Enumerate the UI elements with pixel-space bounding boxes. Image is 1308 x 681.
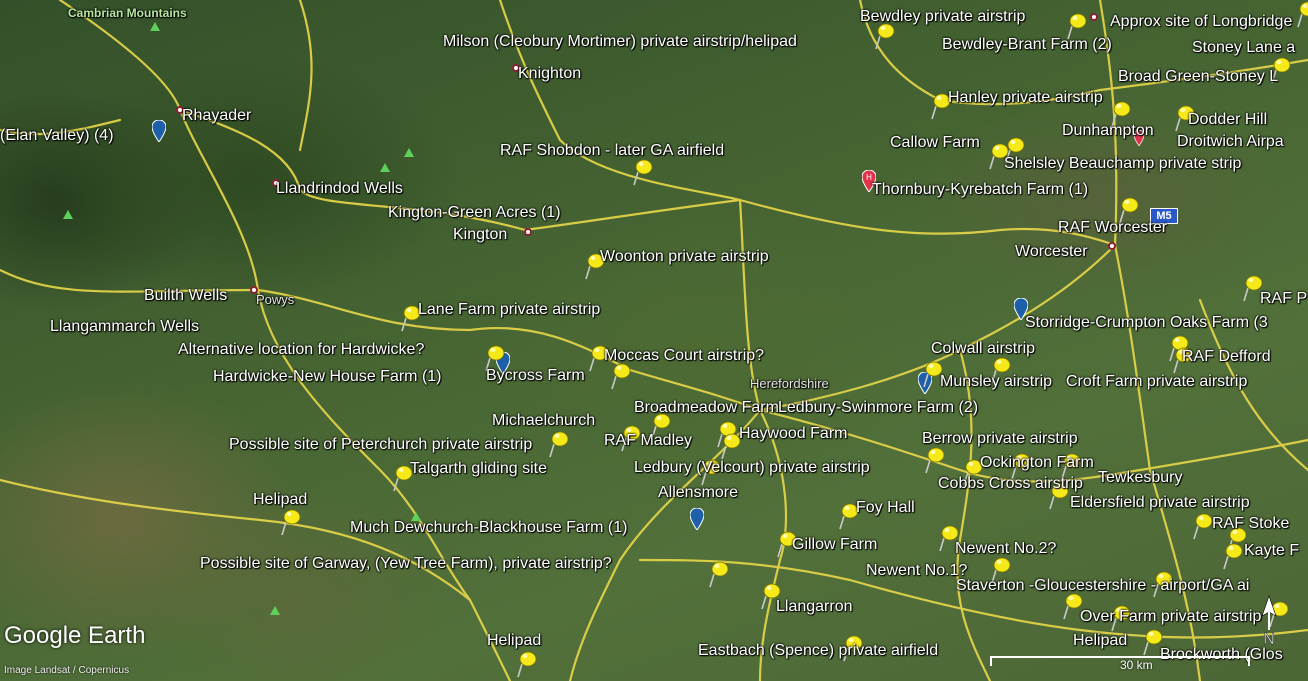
- place-label[interactable]: Kington: [453, 226, 507, 244]
- peak-icon: [270, 606, 280, 615]
- place-label[interactable]: RAF Worcester: [1058, 219, 1167, 237]
- place-label[interactable]: Gillow Farm: [792, 536, 877, 554]
- location-marker-icon[interactable]: [152, 120, 166, 142]
- pushpin-icon[interactable]: [516, 650, 538, 678]
- place-label[interactable]: Shelsley Beauchamp private strip: [1004, 155, 1241, 173]
- place-label[interactable]: Approx site of Longbridge: [1110, 13, 1292, 31]
- pushpin-icon[interactable]: [874, 22, 896, 50]
- pushpin-icon[interactable]: [924, 446, 946, 474]
- region-label-herefordshire: Herefordshire: [750, 376, 829, 391]
- place-label[interactable]: (Elan Valley) (4): [0, 127, 114, 145]
- place-label[interactable]: Colwall airstrip: [931, 340, 1035, 358]
- place-label[interactable]: RAF Stoke: [1212, 515, 1289, 533]
- place-label[interactable]: Helipad: [1073, 632, 1127, 650]
- place-label[interactable]: Knighton: [518, 65, 581, 83]
- pushpin-icon[interactable]: [610, 362, 632, 390]
- place-label[interactable]: Newent No.2?: [955, 540, 1056, 558]
- place-label[interactable]: Much Dewchurch-Blackhouse Farm (1): [350, 519, 627, 537]
- peak-icon: [380, 163, 390, 172]
- place-label[interactable]: Milson (Cleobury Mortimer) private airst…: [443, 33, 797, 51]
- town-dot-builth-wells[interactable]: [250, 286, 258, 294]
- scale-label: 30 km: [1120, 658, 1153, 672]
- place-label[interactable]: Talgarth gliding site: [410, 460, 547, 478]
- place-label[interactable]: Haywood Farm: [739, 425, 847, 443]
- place-label[interactable]: Ockington Farm: [980, 454, 1094, 472]
- place-label[interactable]: Kayte F: [1244, 542, 1299, 560]
- place-label[interactable]: Llangarron: [776, 598, 853, 616]
- place-label[interactable]: RAF Defford: [1182, 348, 1271, 366]
- place-label[interactable]: Droitwich Airpa: [1177, 133, 1284, 151]
- place-label[interactable]: Berrow private airstrip: [922, 430, 1078, 448]
- place-label[interactable]: Eldersfield private airstrip: [1070, 494, 1250, 512]
- place-label[interactable]: Builth Wells: [144, 287, 227, 305]
- town-dot-worcester[interactable]: [1108, 242, 1116, 250]
- peak-icon: [63, 210, 73, 219]
- pushpin-icon[interactable]: [1296, 0, 1308, 28]
- scale-bar: 30 km: [990, 656, 1250, 672]
- place-label[interactable]: Possible site of Garway, (Yew Tree Farm)…: [200, 555, 612, 573]
- place-label[interactable]: Hanley private airstrip: [948, 89, 1103, 107]
- place-label[interactable]: Ledbury (Velcourt) private airstrip: [634, 459, 870, 477]
- region-label-cambrian-mountains: Cambrian Mountains: [68, 6, 187, 20]
- place-label[interactable]: Bewdley-Brant Farm (2): [942, 36, 1112, 54]
- place-label[interactable]: Ledbury-Swinmore Farm (2): [778, 399, 978, 417]
- place-label[interactable]: Croft Farm private airstrip: [1066, 373, 1247, 391]
- place-label[interactable]: Dunhampton: [1062, 122, 1154, 140]
- place-label[interactable]: Staverton -Gloucestershire - airport/GA …: [956, 577, 1249, 595]
- place-label[interactable]: Hardwicke-New House Farm (1): [213, 368, 442, 386]
- place-label[interactable]: Tewkesbury: [1098, 469, 1182, 487]
- place-label[interactable]: Thornbury-Kyrebatch Farm (1): [872, 181, 1088, 199]
- place-label[interactable]: Callow Farm: [890, 134, 980, 152]
- place-label[interactable]: Helipad: [253, 491, 307, 509]
- google-earth-logo: Google Earth: [4, 622, 146, 649]
- place-label[interactable]: Allensmore: [658, 484, 738, 502]
- place-label[interactable]: Woonton private airstrip: [600, 248, 769, 266]
- compass-north-icon[interactable]: N: [1254, 594, 1284, 650]
- place-label[interactable]: Possible site of Peterchurch private air…: [229, 436, 532, 454]
- region-label-powys: Powys: [256, 292, 295, 307]
- place-label[interactable]: Eastbach (Spence) private airfield: [698, 642, 938, 660]
- pushpin-icon[interactable]: [708, 560, 730, 588]
- place-label[interactable]: Bycross Farm: [486, 367, 585, 385]
- town-dot-longbridge[interactable]: [1090, 13, 1098, 21]
- place-label[interactable]: RAF Shobdon - later GA airfield: [500, 142, 724, 160]
- place-label[interactable]: Moccas Court airstrip?: [604, 347, 764, 365]
- pushpin-icon[interactable]: [632, 158, 654, 186]
- place-label[interactable]: Newent No.1?: [866, 562, 967, 580]
- place-label[interactable]: Kington-Green Acres (1): [388, 204, 561, 222]
- place-label[interactable]: Broadmeadow Farm: [634, 399, 779, 417]
- place-label[interactable]: Dodder Hill: [1188, 111, 1267, 129]
- pushpin-icon[interactable]: [548, 430, 570, 458]
- pushpin-icon[interactable]: [280, 508, 302, 536]
- compass-label: N: [1263, 631, 1275, 648]
- place-label[interactable]: Helipad: [487, 632, 541, 650]
- location-marker-icon[interactable]: [690, 508, 704, 530]
- place-label[interactable]: Rhayader: [182, 107, 251, 125]
- peak-icon: [404, 148, 414, 157]
- place-label[interactable]: Over Farm private airstrip: [1080, 608, 1261, 626]
- place-label[interactable]: RAF Madley: [604, 432, 692, 450]
- place-label[interactable]: Alternative location for Hardwicke?: [178, 341, 424, 359]
- imagery-attribution: Image Landsat / Copernicus: [4, 665, 130, 676]
- place-label[interactable]: Lane Farm private airstrip: [418, 301, 600, 319]
- place-label[interactable]: Llangammarch Wells: [50, 318, 199, 336]
- place-label[interactable]: Munsley airstrip: [940, 373, 1052, 391]
- place-label[interactable]: Cobbs Cross airstrip: [938, 475, 1083, 493]
- place-label[interactable]: Bewdley private airstrip: [860, 8, 1025, 26]
- place-label[interactable]: RAF P: [1260, 290, 1307, 308]
- place-label[interactable]: Michaelchurch: [492, 412, 595, 430]
- pushpin-icon[interactable]: [1192, 512, 1214, 540]
- map-view[interactable]: Cambrian Mountains Powys Herefordshire M…: [0, 0, 1308, 681]
- place-label[interactable]: Broad Green-Stoney L: [1118, 68, 1278, 86]
- place-label[interactable]: Worcester: [1015, 243, 1088, 261]
- town-dot-kington[interactable]: [524, 228, 532, 236]
- pushpin-icon[interactable]: [1222, 542, 1244, 570]
- place-label[interactable]: Llandrindod Wells: [276, 180, 403, 198]
- place-label[interactable]: Stoney Lane a: [1192, 39, 1295, 57]
- peak-icon: [150, 22, 160, 31]
- place-label[interactable]: Foy Hall: [856, 499, 915, 517]
- place-label[interactable]: Storridge-Crumpton Oaks Farm (3: [1025, 314, 1268, 332]
